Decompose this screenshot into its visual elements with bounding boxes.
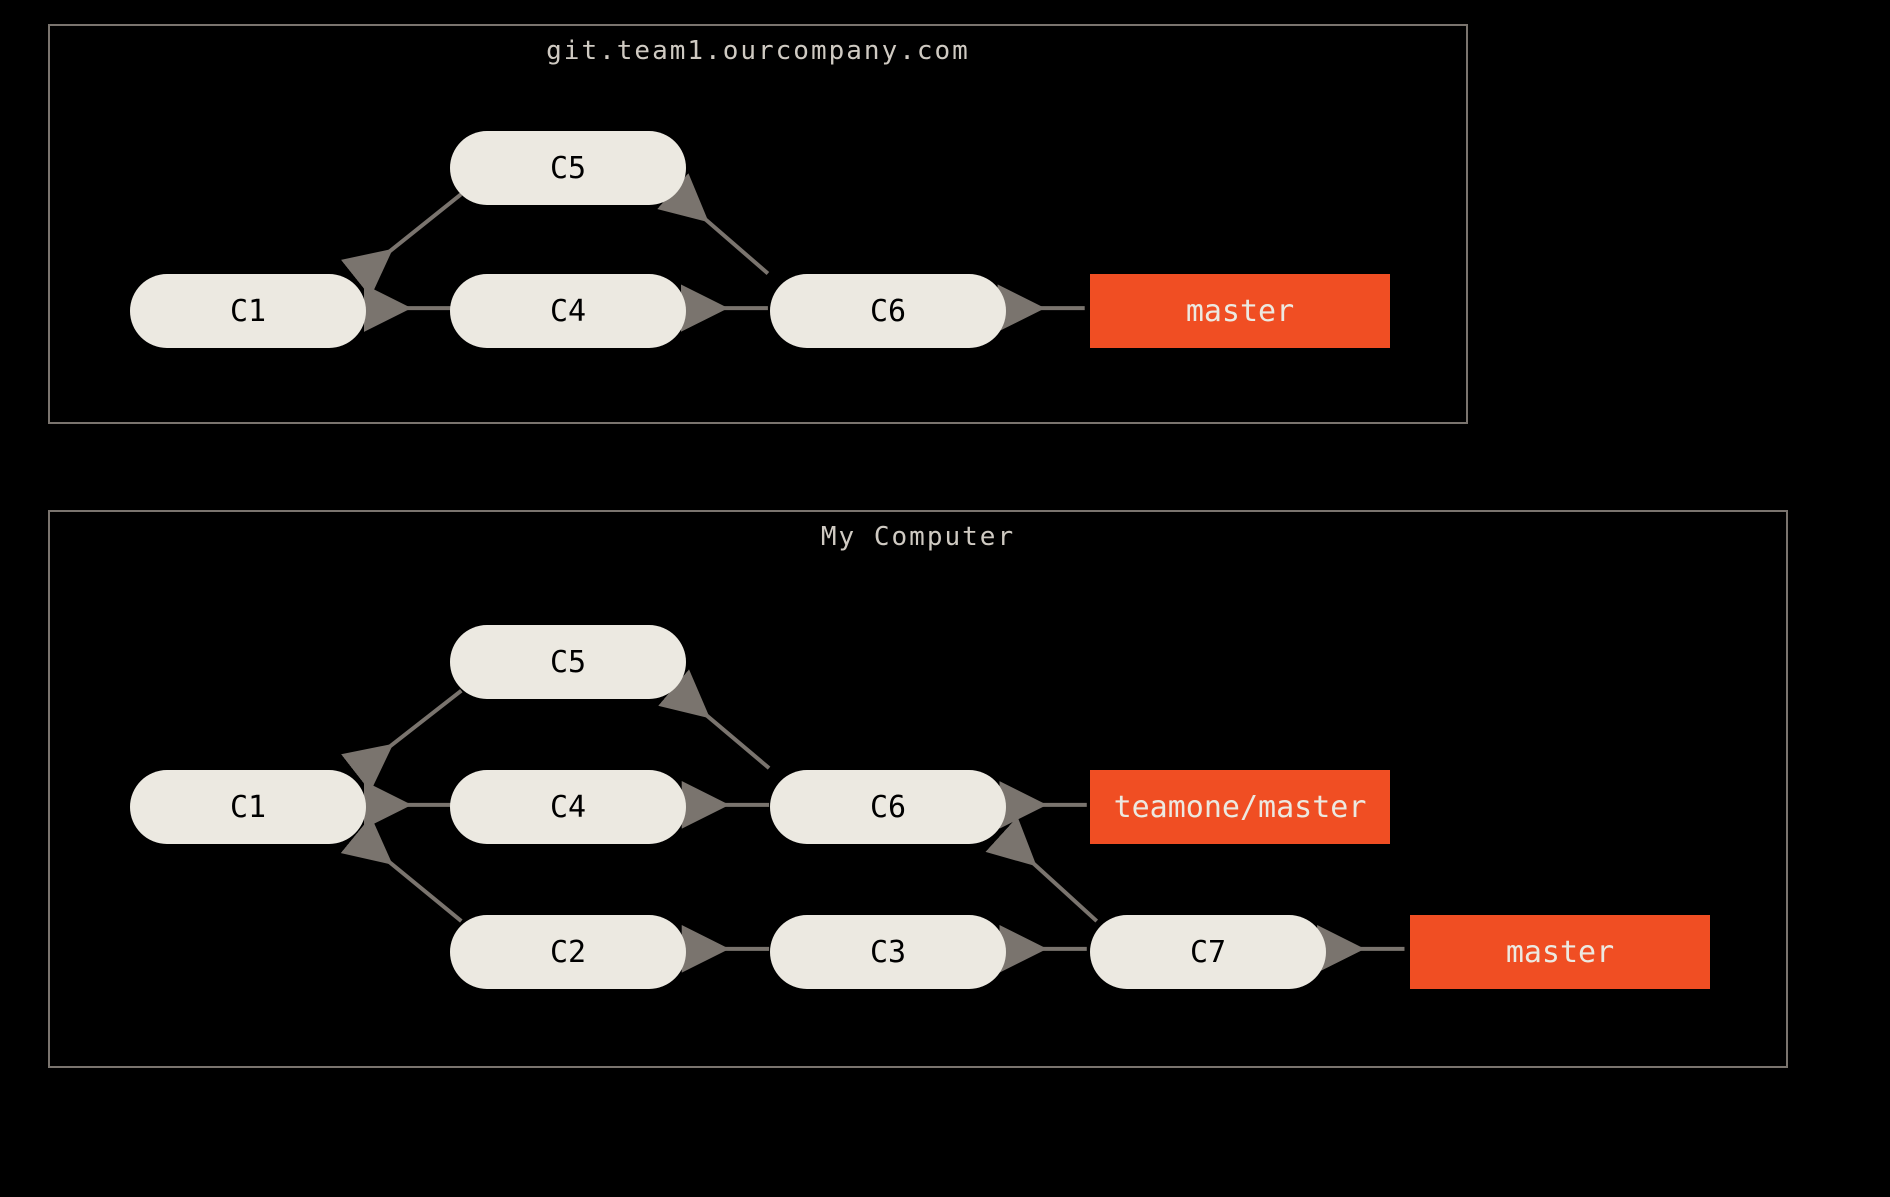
local-panel-title: My Computer [50,522,1786,552]
local-commit-c7: C7 [1090,915,1326,989]
local-commit-c1: C1 [130,770,366,844]
remote-commit-c4: C4 [450,274,686,348]
remote-branch-master: master [1090,274,1390,348]
local-panel: My Computer [48,510,1788,1068]
local-commit-c2: C2 [450,915,686,989]
local-branch-master: master [1410,915,1710,989]
local-branch-teamone-master: teamone/master [1090,770,1390,844]
remote-panel-title: git.team1.ourcompany.com [50,36,1466,66]
diagram-root: git.team1.ourcompany.com C5 C1 C4 C6 mas… [0,0,1890,1197]
remote-commit-c6: C6 [770,274,1006,348]
remote-commit-c1: C1 [130,274,366,348]
local-commit-c4: C4 [450,770,686,844]
remote-arrows [50,26,1466,422]
local-commit-c5: C5 [450,625,686,699]
remote-panel: git.team1.ourcompany.com C5 C1 C4 C6 mas… [48,24,1468,424]
remote-commit-c5: C5 [450,131,686,205]
local-commit-c6: C6 [770,770,1006,844]
local-commit-c3: C3 [770,915,1006,989]
